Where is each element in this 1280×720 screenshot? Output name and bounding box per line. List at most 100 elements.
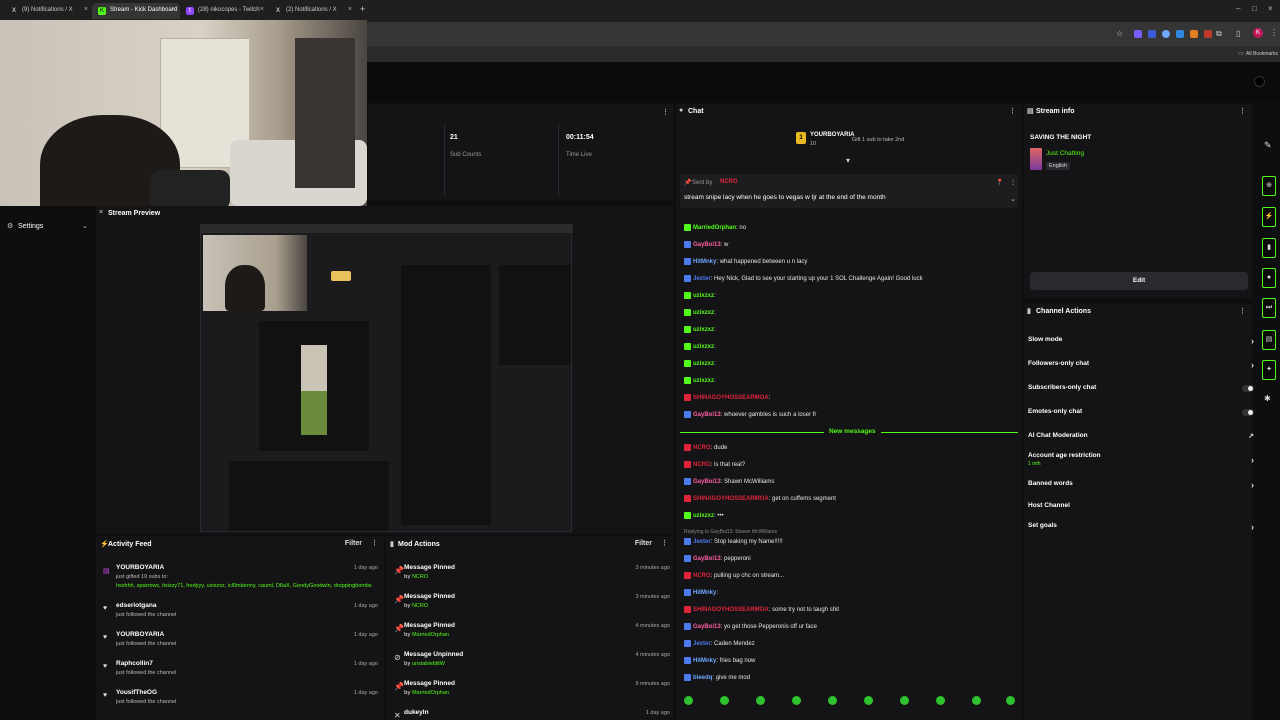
chat-username[interactable]: Jexter <box>693 641 711 647</box>
chat-username[interactable]: HitMnky <box>693 259 716 265</box>
stream-video[interactable] <box>200 224 573 532</box>
extension-icon[interactable] <box>1134 30 1142 38</box>
browser-tab[interactable]: X (9) Notifications / X × <box>4 3 92 19</box>
close-window-icon[interactable]: × <box>1268 4 1273 13</box>
more-options-icon[interactable]: ⋮ <box>1239 307 1246 315</box>
chat-message[interactable]: bleedq: give me mod <box>684 674 750 681</box>
chat-message[interactable]: MarriedOrphan: no <box>684 224 746 231</box>
pencil-icon[interactable]: ✎ <box>1264 140 1272 151</box>
chat-username[interactable]: uzixzxz <box>693 293 714 299</box>
close-icon[interactable]: × <box>99 209 103 216</box>
sidebar-icon[interactable]: ▯ <box>1236 29 1240 38</box>
subscribers-only-toggle[interactable] <box>1242 385 1254 392</box>
chat-message[interactable]: HitMnky: fries bag now <box>684 657 755 664</box>
chat-username[interactable]: Jexter <box>693 276 711 282</box>
chat-message[interactable]: NCRO: is that real? <box>684 461 745 468</box>
mod-action-user[interactable]: MarriedOrphan <box>412 632 449 638</box>
all-bookmarks-link[interactable]: All Bookmarks <box>1246 51 1278 57</box>
close-icon[interactable]: × <box>172 6 176 13</box>
chat-message[interactable]: GayBoi13: yo get those Pepperonis off ur… <box>684 623 817 630</box>
chat-username[interactable]: GayBoi13 <box>693 242 721 248</box>
more-options-icon[interactable]: ⋮ <box>371 539 378 547</box>
chat-message[interactable]: SHINAGOYHOSSEARMOA: <box>684 394 770 401</box>
extension-icon[interactable] <box>1162 30 1170 38</box>
mod-action-user[interactable]: unstableblitW <box>412 661 445 667</box>
quick-action-button[interactable]: ⚡ <box>1262 207 1276 227</box>
chat-message[interactable]: Jexter: Caden Mendez <box>684 640 755 647</box>
emote-icon[interactable] <box>936 696 945 705</box>
chat-message[interactable]: Jexter: Hey Nick, Glad to see your start… <box>684 275 923 282</box>
mod-action-user[interactable]: MarriedOrphan <box>412 690 449 696</box>
emote-icon[interactable] <box>972 696 981 705</box>
expand-arrow-icon[interactable]: ▾ <box>846 156 850 165</box>
chat-message[interactable]: Jexter: Stop leaking my Name!!!!! <box>684 538 783 545</box>
settings-icon[interactable]: ✱ <box>1264 394 1271 403</box>
chat-username[interactable]: uzixzxz <box>693 378 714 384</box>
chat-username[interactable]: uzixzxz <box>693 344 714 350</box>
emote-icon[interactable] <box>756 696 765 705</box>
chat-message[interactable]: GayBoi13: Shawn McWilliams <box>684 478 774 485</box>
quick-action-button[interactable]: ● <box>1262 268 1276 288</box>
chat-message[interactable]: HitMnky: what happened between u n lacy <box>684 258 807 265</box>
more-options-icon[interactable]: ⋮ <box>1239 107 1246 115</box>
chat-message[interactable]: SHINAGOYHOSSEARMOA: get on cuffems segme… <box>684 495 836 502</box>
more-options-icon[interactable]: ⋮ <box>1009 107 1016 115</box>
gift-username[interactable]: YOURBOYARIA <box>810 132 854 138</box>
activity-username[interactable]: YousifTheOG <box>116 689 157 696</box>
quick-action-button[interactable]: ▤ <box>1262 330 1276 350</box>
chat-username[interactable]: SHINAGOYHOSSEARMOA <box>693 607 769 613</box>
chat-username[interactable]: HitMnky <box>693 590 716 596</box>
chat-username[interactable]: SHINAGOYHOSSEARMOA <box>693 395 769 401</box>
chat-message[interactable]: HitMnky: <box>684 589 718 596</box>
new-tab-button[interactable]: + <box>360 4 365 14</box>
activity-username[interactable]: edseriotgana <box>116 602 156 609</box>
chat-message[interactable]: uzixzxz: <box>684 377 716 384</box>
more-options-icon[interactable]: ⋮ <box>1010 179 1016 186</box>
action-account-age[interactable]: Account age restriction 1 mth › <box>1028 452 1254 472</box>
quick-action-button[interactable]: ⏭ <box>1262 298 1276 318</box>
action-followers-only[interactable]: Followers-only chat › <box>1028 360 1254 380</box>
chat-message[interactable]: uzixzxz: <box>684 326 716 333</box>
action-ai-moderation[interactable]: AI Chat Moderation ↗ <box>1028 432 1254 452</box>
chat-username[interactable]: HitMnky <box>693 658 716 664</box>
maximize-icon[interactable]: □ <box>1252 4 1257 13</box>
extension-icon[interactable] <box>1190 30 1198 38</box>
chat-username[interactable]: Jexter <box>693 539 711 545</box>
chat-username[interactable]: uzixzxz <box>693 327 714 333</box>
mod-action-user[interactable]: NCRO <box>412 574 428 580</box>
browser-tab[interactable]: t (28) nikocopes - Twitch × <box>180 3 268 19</box>
chat-message[interactable]: uzixzxz: <box>684 360 716 367</box>
chevron-down-icon[interactable]: ⌄ <box>1010 195 1016 203</box>
sidebar-item-settings[interactable]: ⚙ Settings ⌄ <box>4 220 92 234</box>
chat-message[interactable]: NCRO: dude <box>684 444 727 451</box>
emotes-only-toggle[interactable] <box>1242 409 1254 416</box>
extension-icon[interactable] <box>1204 30 1212 38</box>
chat-message[interactable]: GayBoi13: w <box>684 241 728 248</box>
filter-button[interactable]: Filter <box>635 540 652 547</box>
chat-username[interactable]: bleedq <box>693 675 712 681</box>
chat-username[interactable]: GayBoi13 <box>693 479 721 485</box>
chat-username[interactable]: SHINAGOYHOSSEARMOA <box>693 496 769 502</box>
mod-action-user[interactable]: NCRO <box>412 603 428 609</box>
activity-username[interactable]: Raphcollin7 <box>116 660 153 667</box>
more-options-icon[interactable]: ⋮ <box>662 108 669 116</box>
emote-icon[interactable] <box>792 696 801 705</box>
chat-message[interactable]: SHINAGOYHOSSEARMOA: some try not to laug… <box>684 606 839 613</box>
pin-icon[interactable]: 📍 <box>996 179 1003 186</box>
chat-username[interactable]: NCRO <box>693 445 711 451</box>
more-options-icon[interactable]: ⋮ <box>661 539 668 547</box>
edit-button[interactable]: Edit <box>1030 272 1248 290</box>
chat-username[interactable]: uzixzxz <box>693 513 714 519</box>
chat-username[interactable]: GayBoi13 <box>693 624 721 630</box>
action-set-goals[interactable]: Set goals › <box>1028 522 1254 542</box>
close-icon[interactable]: × <box>84 6 88 13</box>
chat-username[interactable]: GayBoi13 <box>693 556 721 562</box>
bookmark-star-icon[interactable]: ☆ <box>1116 29 1123 38</box>
close-icon[interactable]: × <box>260 6 264 13</box>
emote-icon[interactable] <box>828 696 837 705</box>
browser-tab-active[interactable]: K Stream - Kick Dashboard × <box>92 3 180 19</box>
quick-action-button[interactable]: ✦ <box>1262 360 1276 380</box>
close-icon[interactable]: × <box>348 6 352 13</box>
emote-icon[interactable] <box>900 696 909 705</box>
user-avatar[interactable] <box>1254 76 1265 87</box>
